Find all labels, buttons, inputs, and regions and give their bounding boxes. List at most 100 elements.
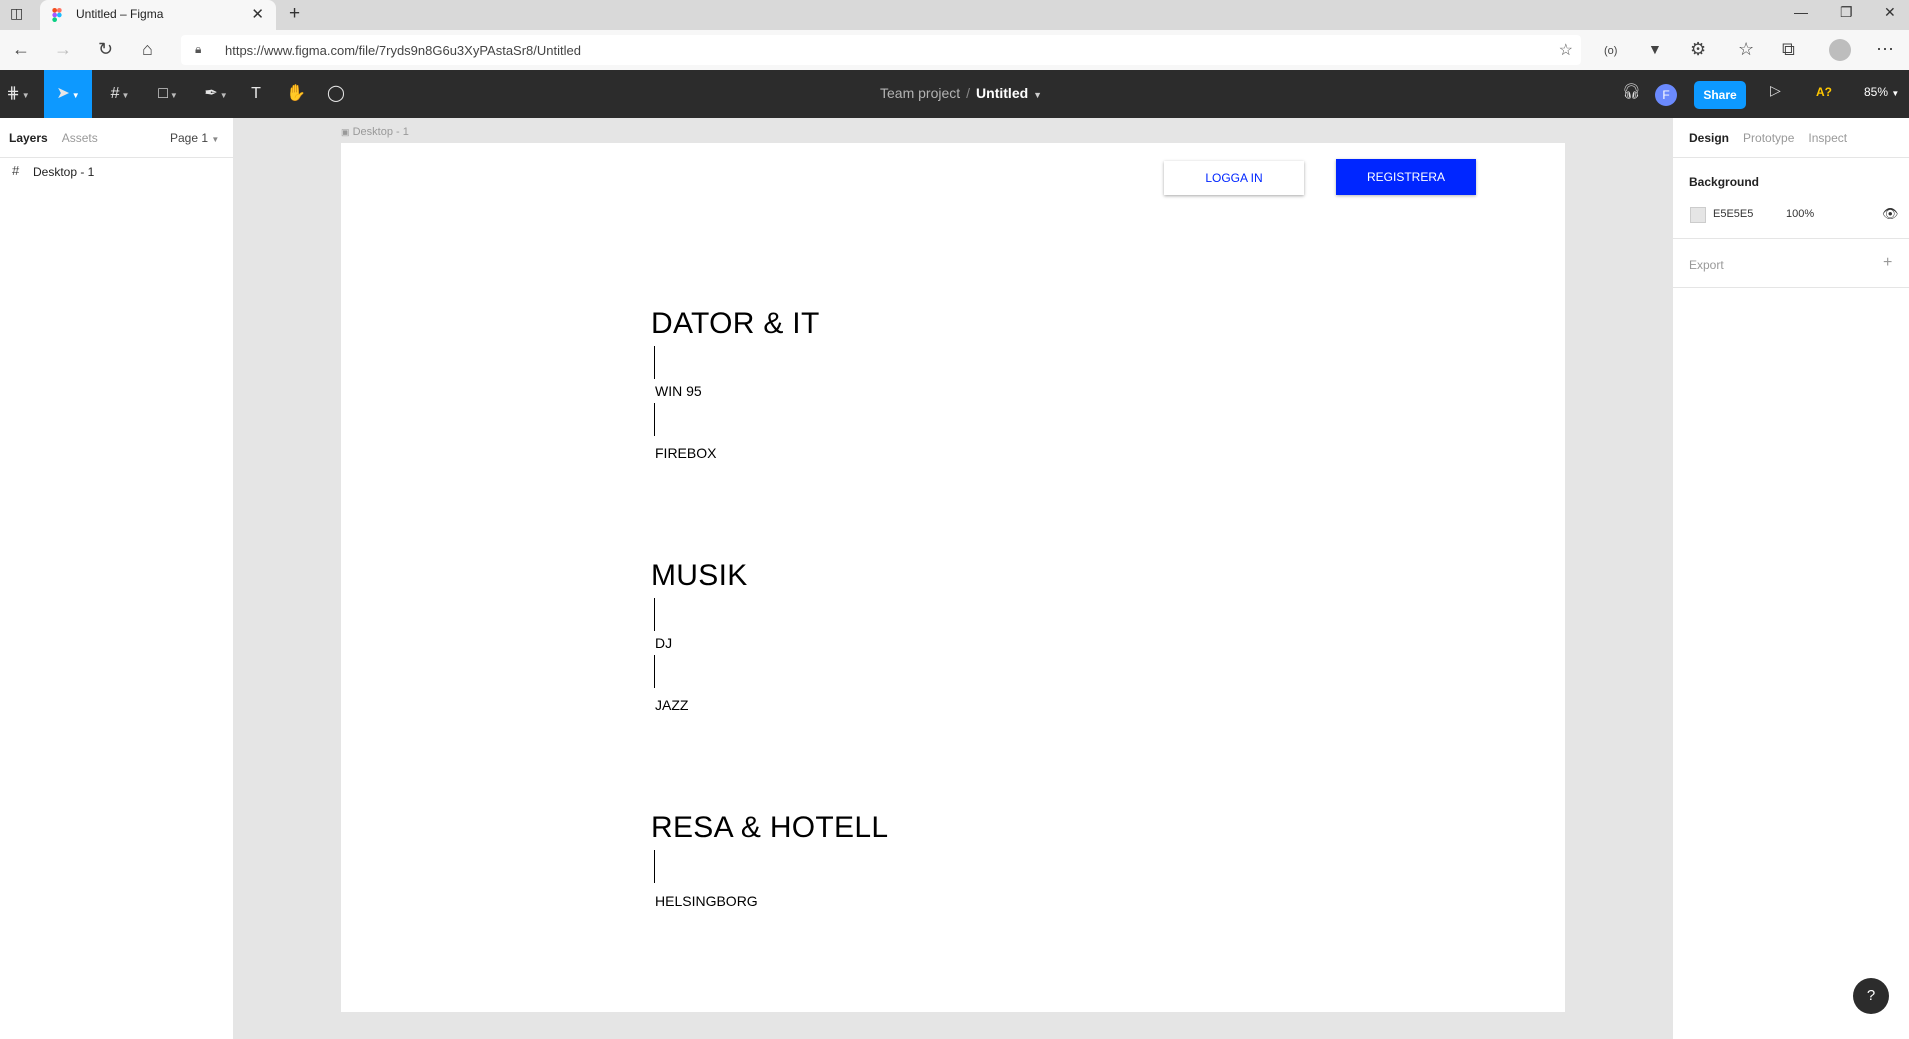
export-label: Export [1689, 258, 1724, 272]
shape-icon: □ [158, 85, 168, 102]
text-tool[interactable]: T [242, 70, 270, 118]
item-jazz[interactable]: JAZZ [655, 697, 688, 713]
divider [0, 157, 233, 158]
plus-icon[interactable]: + [289, 3, 300, 25]
project-name[interactable]: Team project [880, 85, 960, 101]
figma-toolbar: ⋕ ▼ ➤ ▼ # ▼ □ ▼ ✒ ▼ T ✋ ◯ Team project / Untitl… [0, 70, 1909, 118]
tab-prototype[interactable]: Prototype [1743, 131, 1794, 145]
item-firebox[interactable]: FIREBOX [655, 445, 716, 461]
star-icon[interactable]: ☆ [1559, 40, 1573, 60]
connector-line [654, 346, 655, 379]
hand-icon: ✋ [286, 85, 306, 102]
zoom-dropdown[interactable]: 85% ▼ [1864, 85, 1899, 99]
address-bar[interactable]: 🔒︎ https://www.figma.com/file/7ryds9n8G6… [181, 35, 1581, 65]
reload-icon[interactable]: ↻ [98, 38, 113, 60]
profile-icon[interactable] [1829, 39, 1851, 61]
extension-v-icon[interactable]: ▼ [1648, 38, 1662, 60]
file-name[interactable]: Untitled [976, 85, 1028, 101]
section-heading-dator-it[interactable]: DATOR & IT [651, 307, 820, 341]
page-selector[interactable]: Page 1 ▼ [170, 131, 219, 145]
chevron-down-icon: ▼ [211, 135, 220, 144]
help-icon: ? [1866, 987, 1876, 1004]
item-dj[interactable]: DJ [655, 635, 672, 651]
help-button[interactable]: ? [1853, 978, 1889, 1014]
divider [1673, 287, 1909, 288]
play-icon[interactable]: ▷ [1770, 82, 1781, 99]
login-button[interactable]: LOGGA IN [1164, 161, 1304, 195]
chevron-down-icon: ▼ [1891, 89, 1900, 98]
background-opacity-field[interactable]: 100% [1786, 208, 1814, 220]
accessibility-button[interactable]: A? [1816, 85, 1832, 99]
minimize-icon[interactable]: — [1794, 4, 1808, 20]
tab-inspect[interactable]: Inspect [1808, 131, 1847, 145]
eye-icon[interactable]: 👁︎ [1882, 206, 1899, 222]
move-tool[interactable]: ➤ ▼ [44, 70, 92, 118]
page-name: Page 1 [170, 131, 209, 145]
desktop-frame[interactable]: LOGGA IN REGISTRERA DATOR & IT WIN 95 FI… [341, 143, 1565, 1012]
tab-assets[interactable]: Assets [62, 131, 98, 145]
share-button[interactable]: Share [1694, 81, 1746, 109]
item-helsingborg[interactable]: HELSINGBORG [655, 893, 758, 909]
properties-panel: Design Prototype Inspect Background E5E5E5… [1672, 118, 1909, 1039]
frame-label[interactable]: ▣ Desktop - 1 [341, 126, 409, 138]
connector-line [654, 403, 655, 436]
pen-icon: ✒ [204, 85, 218, 102]
comment-tool[interactable]: ◯ [322, 70, 350, 118]
browser-tab[interactable]: Untitled – Figma ✕ [40, 0, 276, 30]
frame-icon: # [12, 163, 20, 178]
section-heading-musik[interactable]: MUSIK [651, 559, 748, 593]
frame-tool[interactable]: # ▼ [100, 70, 140, 118]
connector-line [654, 598, 655, 631]
divider [1673, 238, 1909, 239]
connector-line [654, 850, 655, 883]
browser-toolbar: ← → ↻ ⌂ 🔒︎ https://www.figma.com/file/7r… [0, 30, 1909, 71]
divider [1673, 157, 1909, 158]
frame-icon: # [110, 85, 120, 102]
figma-logo-icon [52, 8, 62, 22]
item-win95[interactable]: WIN 95 [655, 383, 702, 399]
hand-tool[interactable]: ✋ [282, 70, 310, 118]
section-heading-resa-hotell[interactable]: RESA & HOTELL [651, 811, 888, 845]
zoom-value: 85% [1864, 85, 1889, 99]
forward-icon[interactable]: → [54, 38, 72, 60]
collections-icon[interactable]: ⧉ [1782, 38, 1795, 60]
left-panel-tabs: Layers Assets [9, 131, 98, 145]
main-menu-button[interactable]: ⋕ ▼ [0, 70, 36, 118]
extension-icon[interactable]: (o) [1604, 40, 1617, 62]
breadcrumb: Team project / Untitled ▼ [880, 85, 1042, 101]
comment-icon: ◯ [327, 85, 345, 102]
url-text[interactable]: https://www.figma.com/file/7ryds9n8G6u3X… [225, 43, 581, 58]
home-icon[interactable]: ⌂ [142, 38, 153, 60]
restore-icon[interactable]: ❐ [1840, 4, 1853, 21]
background-hex-field[interactable]: E5E5E5 [1713, 208, 1753, 220]
back-icon[interactable]: ← [12, 38, 30, 60]
sidebar-toggle-icon[interactable]: ◫ [10, 5, 23, 22]
chevron-down-icon[interactable]: ▼ [1033, 90, 1042, 100]
layer-row[interactable]: # Desktop - 1 [0, 160, 233, 184]
browser-tab-strip: ◫ Untitled – Figma ✕ + — ❐ ✕ [0, 0, 1909, 30]
menu-icon[interactable]: ⋯ [1876, 38, 1894, 60]
pen-tool[interactable]: ✒ ▼ [196, 70, 236, 118]
favorites-icon[interactable]: ☆ [1738, 38, 1754, 60]
avatar[interactable]: F [1655, 84, 1677, 106]
shape-tool[interactable]: □ ▼ [148, 70, 188, 118]
frame-label-text: Desktop - 1 [352, 126, 409, 138]
close-icon[interactable]: ✕ [251, 5, 264, 23]
breadcrumb-separator: / [966, 85, 971, 101]
register-button[interactable]: REGISTRERA [1336, 159, 1476, 195]
tab-layers[interactable]: Layers [9, 131, 48, 145]
plus-icon[interactable]: + [1883, 254, 1892, 272]
puzzle-icon[interactable]: ⚙ [1690, 38, 1706, 60]
window-close-icon[interactable]: ✕ [1884, 4, 1896, 21]
tab-title: Untitled – Figma [76, 7, 164, 21]
headphones-icon[interactable]: 🎧︎ [1622, 82, 1641, 100]
figma-menu-icon: ⋕ [6, 85, 20, 102]
background-swatch[interactable] [1690, 207, 1706, 223]
frame-icon: ▣ [341, 127, 350, 137]
lock-icon: 🔒︎ [195, 42, 202, 56]
tab-design[interactable]: Design [1689, 131, 1729, 145]
right-panel-tabs: Design Prototype Inspect [1689, 131, 1861, 145]
background-label: Background [1689, 175, 1760, 189]
move-icon: ➤ [56, 85, 70, 102]
layers-panel: Layers Assets Page 1 ▼ # Desktop - 1 [0, 118, 234, 1039]
